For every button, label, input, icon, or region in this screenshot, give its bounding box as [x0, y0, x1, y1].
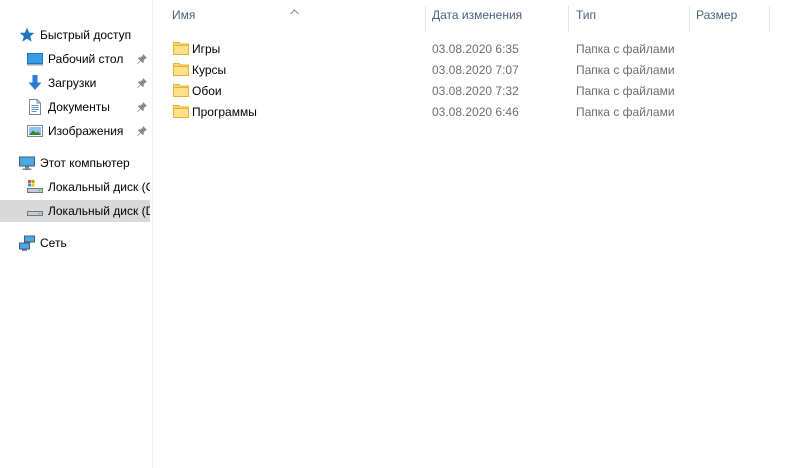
file-date: 03.08.2020 6:35 [432, 42, 519, 56]
nav-item-documents[interactable]: Документы [0, 96, 150, 118]
nav-item-drive-d[interactable]: Локальный диск (D [0, 200, 150, 222]
nav-item-label: Этот компьютер [40, 156, 130, 170]
download-arrow-icon [26, 74, 44, 92]
pin-icon[interactable] [136, 53, 148, 65]
nav-item-this-pc[interactable]: Этот компьютер [0, 152, 150, 174]
pin-icon[interactable] [136, 77, 148, 89]
document-icon [26, 98, 44, 116]
column-header-date[interactable]: Дата изменения [432, 8, 522, 30]
navigation-pane: Быстрый доступ Рабочий стол Загрузки Док… [0, 0, 150, 468]
column-header-bar: Имя Дата изменения Тип Размер [153, 0, 810, 32]
star-icon [18, 26, 36, 44]
file-type: Папка с файлами [576, 42, 675, 56]
nav-item-label: Локальный диск (D [48, 204, 150, 218]
file-row[interactable]: Игры 03.08.2020 6:35 Папка с файлами [169, 38, 689, 59]
file-type: Папка с файлами [576, 63, 675, 77]
file-list-pane: Имя Дата изменения Тип Размер Игры 03.08… [153, 0, 810, 468]
folder-icon [173, 62, 189, 76]
file-date: 03.08.2020 7:32 [432, 84, 519, 98]
nav-item-label: Локальный диск (C [48, 180, 150, 194]
nav-item-drive-c[interactable]: Локальный диск (C [0, 176, 150, 198]
network-icon [18, 234, 36, 252]
nav-item-desktop[interactable]: Рабочий стол [0, 48, 150, 70]
pin-icon[interactable] [136, 101, 148, 113]
nav-item-label: Рабочий стол [48, 52, 124, 66]
column-separator[interactable] [769, 6, 770, 32]
file-row[interactable]: Курсы 03.08.2020 7:07 Папка с файлами [169, 59, 689, 80]
file-row[interactable]: Обои 03.08.2020 7:32 Папка с файлами [169, 80, 689, 101]
column-header-size[interactable]: Размер [696, 8, 737, 30]
column-header-type[interactable]: Тип [576, 8, 596, 30]
file-name: Игры [192, 42, 221, 56]
file-name: Программы [192, 105, 257, 119]
file-date: 03.08.2020 7:07 [432, 63, 519, 77]
file-type: Папка с файлами [576, 84, 675, 98]
folder-icon [173, 41, 189, 55]
nav-item-label: Быстрый доступ [40, 28, 132, 42]
file-name: Обои [192, 84, 222, 98]
column-header-name[interactable]: Имя [172, 8, 195, 30]
pin-icon[interactable] [136, 125, 148, 137]
file-explorer-window: Быстрый доступ Рабочий стол Загрузки Док… [0, 0, 810, 468]
nav-item-downloads[interactable]: Загрузки [0, 72, 150, 94]
drive-icon [26, 202, 44, 220]
column-separator[interactable] [425, 6, 426, 32]
folder-icon [173, 104, 189, 118]
file-row[interactable]: Программы 03.08.2020 6:46 Папка с файлам… [169, 101, 689, 122]
nav-item-pictures[interactable]: Изображения [0, 120, 150, 142]
column-separator[interactable] [689, 6, 690, 32]
nav-item-label: Изображения [48, 124, 124, 138]
column-separator[interactable] [568, 6, 569, 32]
folder-icon [173, 83, 189, 97]
pictures-icon [26, 122, 44, 140]
nav-item-label: Документы [48, 100, 110, 114]
file-name: Курсы [192, 63, 227, 77]
computer-icon [18, 154, 36, 172]
system-drive-icon [26, 178, 44, 196]
nav-item-network[interactable]: Сеть [0, 232, 150, 254]
nav-item-label: Загрузки [48, 76, 97, 90]
desktop-icon [26, 50, 44, 68]
file-type: Папка с файлами [576, 105, 675, 119]
nav-item-label: Сеть [40, 236, 67, 250]
sort-ascending-icon [290, 4, 299, 15]
file-date: 03.08.2020 6:46 [432, 105, 519, 119]
nav-item-quick-access[interactable]: Быстрый доступ [0, 24, 150, 46]
